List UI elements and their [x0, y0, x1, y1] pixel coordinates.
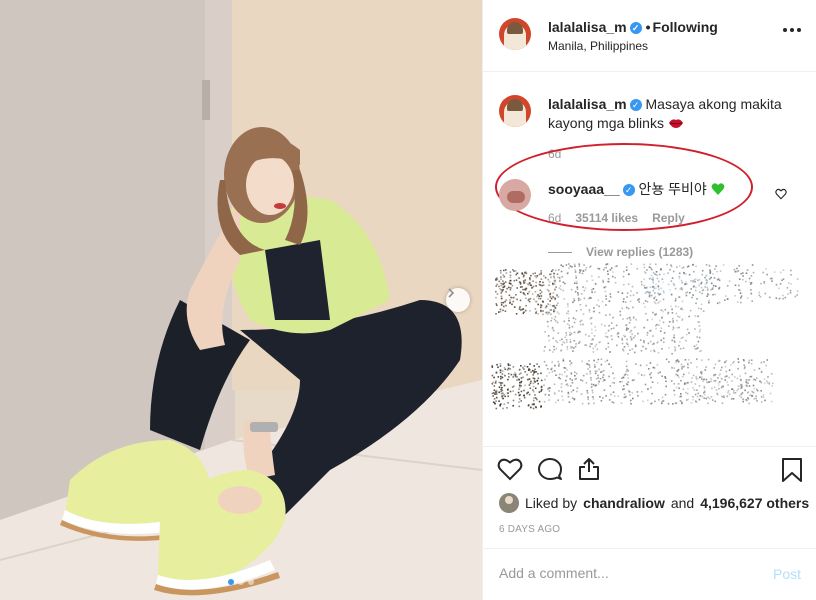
separator-dot: •	[645, 19, 651, 35]
comment-meta: 6d 35114 likes Reply	[548, 211, 685, 225]
comment-line: sooyaaa__ ✓ 안뇽 뚜비야	[548, 179, 725, 199]
carousel-dot	[248, 579, 254, 585]
post-timestamp[interactable]: 6 DAYS AGO	[499, 524, 560, 535]
post-location[interactable]: Manila, Philippines	[548, 39, 648, 53]
comment-username[interactable]: sooyaaa__	[548, 181, 620, 197]
liker-username[interactable]: chandraliow	[583, 495, 665, 511]
comment-likes-count[interactable]: 35114 likes	[575, 211, 638, 225]
liker-avatar[interactable]	[499, 493, 519, 513]
post-comment-button[interactable]: Post	[773, 566, 801, 582]
heart-outline-icon	[775, 188, 787, 200]
verified-badge-icon: ✓	[629, 99, 642, 111]
likes-conj: and	[670, 495, 695, 511]
commenter-avatar[interactable]	[499, 179, 531, 211]
lips-icon	[668, 119, 683, 128]
avatar-hair	[507, 22, 523, 34]
heart-icon	[497, 458, 523, 481]
carousel-dot-active	[228, 579, 234, 585]
verified-badge-icon: ✓	[622, 184, 635, 196]
post-photo[interactable]	[0, 0, 482, 600]
verified-badge-icon: ✓	[629, 22, 642, 34]
carousel-indicator	[0, 579, 482, 585]
caption-text-block: lalalalisa_m ✓ Masaya akong makita kayong…	[548, 95, 788, 133]
comment-text: 안뇽 뚜비야	[638, 181, 707, 197]
likes-summary: Liked by chandraliow and 4,196,627 other…	[499, 493, 809, 513]
comment-icon	[538, 458, 562, 480]
comment-button[interactable]	[537, 457, 563, 486]
add-comment-bar: Post	[483, 548, 816, 600]
author-line: lalalalisa_m ✓ • Following	[548, 19, 718, 35]
comment-timestamp: 6d	[548, 211, 562, 225]
post-header: lalalalisa_m ✓ • Following Manila, Philippi…	[483, 0, 816, 72]
caption-timestamp: 6d	[548, 147, 562, 161]
post-actions: Liked by chandraliow and 4,196,627 other…	[483, 446, 816, 535]
author-avatar[interactable]	[499, 18, 531, 50]
save-button[interactable]	[781, 458, 803, 487]
likes-prefix: Liked by	[525, 495, 578, 511]
like-button[interactable]	[497, 457, 523, 486]
chevron-right-icon	[448, 288, 455, 298]
share-icon	[579, 458, 599, 480]
share-button[interactable]	[577, 457, 601, 486]
action-icons	[497, 457, 601, 486]
caption-username[interactable]: lalalalisa_m	[548, 96, 627, 112]
comments-section[interactable]: lalalalisa_m ✓ Masaya akong makita kayong…	[483, 73, 816, 445]
add-comment-input[interactable]	[499, 565, 749, 581]
avatar-hair	[507, 99, 523, 111]
carousel-dot	[238, 579, 244, 585]
obscured-comments	[491, 263, 799, 410]
replies-line	[548, 251, 572, 253]
view-replies-label: View replies (1283)	[586, 245, 694, 259]
more-options-icon[interactable]	[783, 28, 801, 32]
caption-avatar[interactable]	[499, 95, 531, 127]
bookmark-icon	[782, 458, 802, 482]
reply-button[interactable]: Reply	[652, 211, 685, 225]
next-slide-button[interactable]	[446, 288, 470, 312]
likes-count[interactable]: 4,196,627 others	[700, 495, 809, 511]
author-username[interactable]: lalalalisa_m	[548, 19, 627, 35]
post-sidebar: lalalalisa_m ✓ • Following Manila, Philippi…	[482, 0, 816, 600]
instagram-post-view: lalalalisa_m ✓ • Following Manila, Philippi…	[0, 0, 816, 600]
view-replies-button[interactable]: View replies (1283)	[548, 245, 693, 259]
comment-like-button[interactable]	[775, 187, 787, 205]
green-heart-icon	[711, 183, 725, 195]
following-button[interactable]: Following	[653, 19, 718, 35]
photo-illustration	[0, 0, 482, 600]
